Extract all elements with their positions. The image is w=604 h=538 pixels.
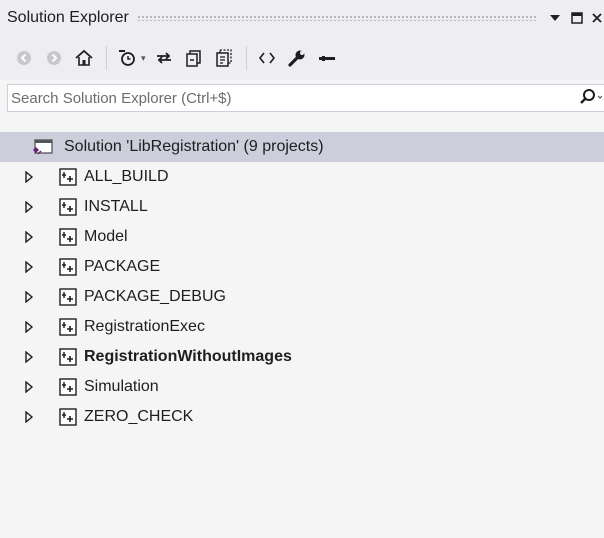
back-icon[interactable] [10,44,38,72]
show-all-files-icon[interactable] [210,44,238,72]
collapse-all-icon[interactable] [180,44,208,72]
maximize-icon[interactable] [568,7,586,29]
expand-triangle-icon[interactable] [23,321,35,333]
preview-selected-items-icon[interactable] [313,44,341,72]
cpp-project-icon [59,348,77,366]
tree-item-startup-project[interactable]: RegistrationWithoutImages [0,342,604,372]
search-box[interactable] [7,84,604,112]
cpp-project-icon [59,168,77,186]
expand-triangle-icon[interactable] [23,201,35,213]
solution-icon [32,138,54,156]
cpp-project-icon [59,228,77,246]
search-icon[interactable] [578,85,604,111]
expand-triangle-icon[interactable] [23,171,35,183]
forward-icon[interactable] [40,44,68,72]
dropdown-triangle-icon[interactable] [546,7,564,29]
cpp-project-icon [59,288,77,306]
close-icon[interactable] [590,7,604,29]
expand-triangle-icon[interactable] [23,351,35,363]
tree-item-project[interactable]: Simulation [0,372,604,402]
toolbar-separator [106,46,107,70]
solution-explorer-panel: Solution Explorer ▾ Search Solution Expl… [0,0,604,538]
tree-item-project[interactable]: PACKAGE_DEBUG [0,282,604,312]
cpp-project-icon [59,318,77,336]
cpp-project-icon [59,408,77,426]
project-label: RegistrationExec [84,318,205,335]
solution-tree: Solution 'LibRegistration' (9 projects) … [0,118,604,538]
cpp-project-icon [59,198,77,216]
project-label: PACKAGE_DEBUG [84,288,226,305]
sync-active-document-icon[interactable] [150,44,178,72]
expand-triangle-icon[interactable] [23,261,35,273]
tree-item-project[interactable]: Model [0,222,604,252]
toolbar: ▾ [0,36,604,80]
project-label: Simulation [84,378,159,395]
drag-grip[interactable] [136,15,536,21]
title-bar: Solution Explorer [0,0,604,36]
project-label: RegistrationWithoutImages [84,348,292,365]
solution-label: Solution 'LibRegistration' (9 projects) [64,138,324,155]
cpp-project-icon [59,378,77,396]
tree-item-project[interactable]: INSTALL [0,192,604,222]
view-code-icon[interactable] [253,44,281,72]
toolbar-separator [245,46,247,70]
tree-item-project[interactable]: ZERO_CHECK [0,402,604,432]
properties-wrench-icon[interactable] [283,44,311,72]
search-input[interactable] [8,85,578,111]
expand-triangle-icon[interactable] [23,411,35,423]
tree-item-solution[interactable]: Solution 'LibRegistration' (9 projects) [0,132,604,162]
expand-triangle-icon[interactable] [23,231,35,243]
cpp-project-icon [59,258,77,276]
panel-title: Solution Explorer [7,9,129,26]
expand-triangle-icon[interactable] [23,291,35,303]
project-label: Model [84,228,128,245]
project-label: PACKAGE [84,258,161,275]
project-label: ZERO_CHECK [84,408,194,425]
pending-changes-filter-icon[interactable] [113,44,141,72]
filter-dropdown-icon[interactable]: ▾ [141,53,146,64]
tree-item-project[interactable]: ALL_BUILD [0,162,604,192]
project-label: INSTALL [84,198,148,215]
tree-item-project[interactable]: PACKAGE [0,252,604,282]
expand-triangle-icon[interactable] [23,381,35,393]
home-icon[interactable] [70,44,98,72]
tree-item-project[interactable]: RegistrationExec [0,312,604,342]
project-label: ALL_BUILD [84,168,169,185]
